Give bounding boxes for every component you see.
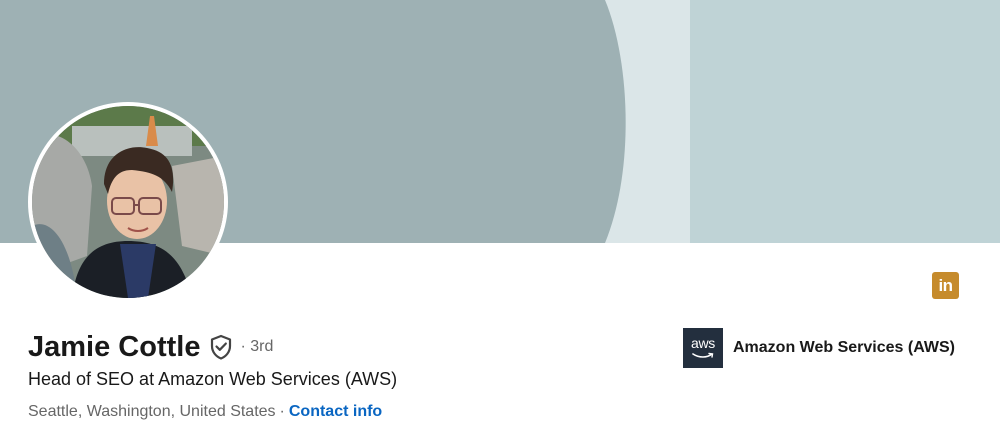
aws-logo: aws — [683, 328, 723, 368]
profile-photo[interactable] — [28, 102, 228, 302]
linkedin-icon[interactable]: in — [932, 272, 959, 299]
separator: · — [279, 403, 285, 420]
location-row: Seattle, Washington, United States · Conta… — [28, 403, 382, 421]
company-name: Amazon Web Services (AWS) — [733, 339, 955, 356]
aws-smile-icon — [692, 352, 714, 358]
aws-logo-text: aws — [691, 335, 715, 351]
current-company[interactable]: aws Amazon Web Services (AWS) — [683, 328, 955, 368]
verified-shield-icon[interactable] — [209, 334, 233, 360]
connection-degree: · 3rd — [240, 338, 274, 355]
name-row: Jamie Cottle · 3rd — [28, 329, 273, 365]
profile-card: in Jamie Cottle · 3rd Head of SEO at Ama… — [0, 0, 1000, 430]
profile-headline: Head of SEO at Amazon Web Services (AWS) — [28, 369, 398, 389]
contact-info-link[interactable]: Contact info — [289, 403, 382, 420]
profile-location: Seattle, Washington, United States — [28, 403, 276, 420]
profile-name: Jamie Cottle — [28, 330, 201, 363]
profile-photo-image — [32, 106, 224, 298]
